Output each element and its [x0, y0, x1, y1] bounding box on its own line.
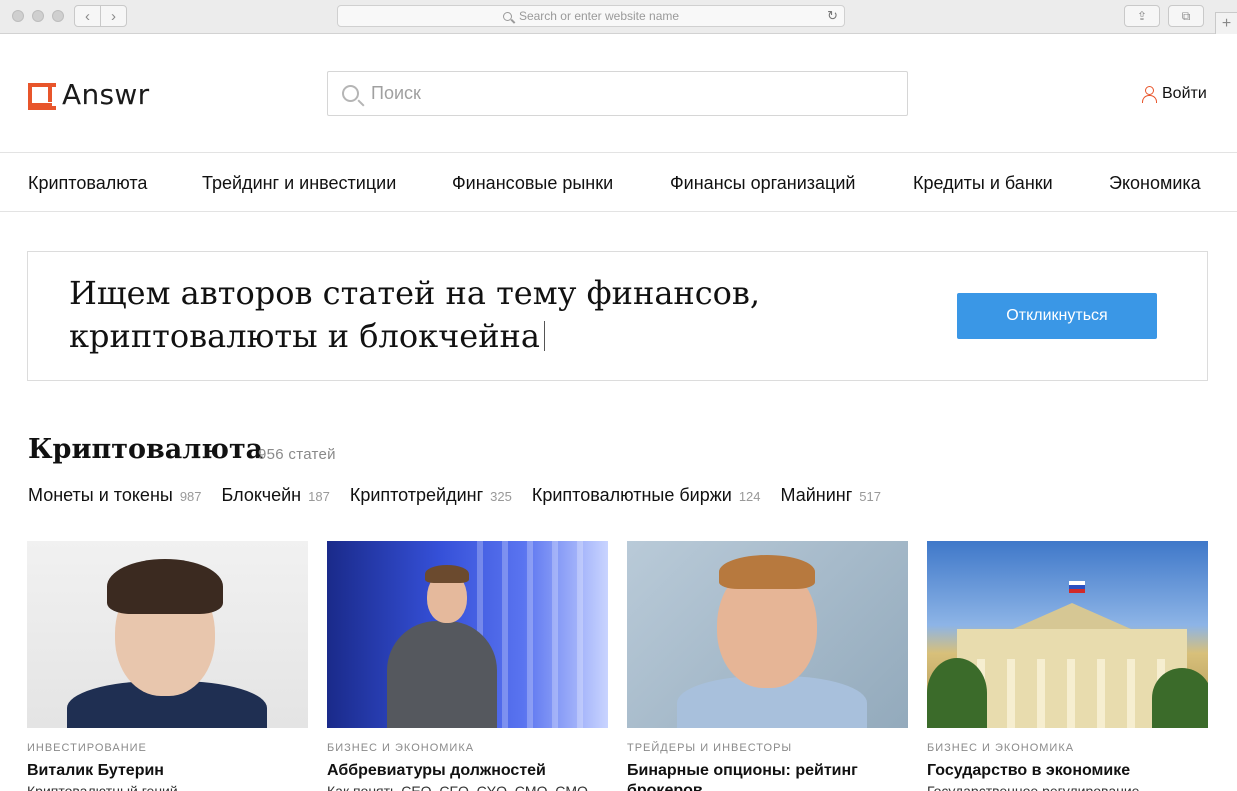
article-image[interactable] — [927, 541, 1208, 728]
nav-item-corporate-finance[interactable]: Финансы организаций — [670, 173, 855, 194]
nav-item-crypto[interactable]: Криптовалюта — [28, 173, 147, 194]
article-card[interactable]: БИЗНЕС И ЭКОНОМИКА Государство в экономи… — [927, 541, 1208, 791]
search-icon — [342, 85, 359, 102]
article-tag[interactable]: БИЗНЕС И ЭКОНОМИКА — [327, 742, 608, 754]
article-title[interactable]: Государство в экономике — [927, 761, 1208, 781]
history-nav: ‹ › — [74, 5, 127, 27]
respond-button[interactable]: Откликнуться — [957, 293, 1157, 339]
forward-button[interactable]: › — [100, 6, 126, 26]
reload-icon[interactable]: ↻ — [827, 8, 838, 24]
article-subtitle: Криптовалютный гений — [27, 783, 178, 791]
tabs-icon: ⧉ — [1181, 8, 1191, 23]
chevron-right-icon: › — [111, 7, 116, 25]
article-image[interactable] — [27, 541, 308, 728]
section-article-count: 956 статей — [258, 446, 336, 463]
address-placeholder: Search or enter website name — [518, 9, 680, 23]
article-tag[interactable]: БИЗНЕС И ЭКОНОМИКА — [927, 742, 1208, 754]
logo-text: Answr — [62, 78, 150, 111]
login-label: Войти — [1162, 85, 1207, 102]
banner-line-1: Ищем авторов статей на тему финансов, — [69, 274, 761, 312]
subcategory-mining[interactable]: Майнинг 517 — [781, 485, 881, 506]
site-logo[interactable]: Answr — [28, 78, 149, 111]
article-card[interactable]: БИЗНЕС И ЭКОНОМИКА Аббревиатуры должност… — [327, 541, 608, 791]
article-title[interactable]: Виталик Бутерин — [27, 761, 308, 781]
article-subtitle: Как понять CEO, CFO, CYO, CMO, CMO — [327, 783, 588, 791]
authors-banner: Ищем авторов статей на тему финансов, кр… — [27, 251, 1208, 381]
category-nav: Криптовалюта Трейдинг и инвестиции Финан… — [0, 152, 1237, 212]
article-image[interactable] — [627, 541, 908, 728]
share-button[interactable]: ⇪ — [1124, 5, 1160, 27]
article-tag[interactable]: ТРЕЙДЕРЫ И ИНВЕСТОРЫ — [627, 742, 908, 754]
answr-logo-icon — [28, 82, 56, 110]
article-card[interactable]: ИНВЕСТИРОВАНИЕ Виталик Бутерин Криптовал… — [27, 541, 308, 791]
share-icon: ⇪ — [1136, 9, 1148, 23]
nav-item-credit-banks[interactable]: Кредиты и банки — [913, 173, 1053, 194]
minimize-window-button[interactable] — [32, 10, 44, 22]
tabs-overview-button[interactable]: ⧉ — [1168, 5, 1204, 27]
section-title[interactable]: Криптовалюта — [28, 434, 263, 465]
article-subtitle: Государственное регулирование — [927, 783, 1140, 791]
subcategory-list: Монеты и токены 987 Блокчейн 187 Криптотре… — [28, 485, 901, 506]
article-image[interactable] — [327, 541, 608, 728]
address-bar[interactable]: Search or enter website name ↻ — [337, 5, 845, 27]
chevron-left-icon: ‹ — [85, 7, 90, 25]
user-icon — [1142, 86, 1157, 103]
text-caret — [543, 321, 546, 351]
subcategory-exchanges[interactable]: Криптовалютные биржи 124 — [532, 485, 761, 506]
article-card[interactable]: ТРЕЙДЕРЫ И ИНВЕСТОРЫ Бинарные опционы: р… — [627, 541, 908, 791]
russian-flag — [1069, 581, 1085, 593]
subcategory-blockchain[interactable]: Блокчейн 187 — [222, 485, 330, 506]
login-link[interactable]: Войти — [1142, 85, 1207, 103]
nav-item-economics[interactable]: Экономика — [1109, 173, 1201, 194]
new-tab-button[interactable]: + — [1215, 12, 1237, 34]
article-title[interactable]: Бинарные опционы: рейтинг брокеров — [627, 761, 908, 791]
nav-item-trading[interactable]: Трейдинг и инвестиции — [202, 173, 396, 194]
browser-toolbar: ‹ › Search or enter website name ↻ ⇪ ⧉ + — [0, 0, 1237, 34]
banner-line-2: криптовалюты и блокчейна — [69, 315, 760, 358]
zoom-window-button[interactable] — [52, 10, 64, 22]
article-title[interactable]: Аббревиатуры должностей — [327, 761, 608, 781]
subcategory-coins[interactable]: Монеты и токены 987 — [28, 485, 202, 506]
article-tag[interactable]: ИНВЕСТИРОВАНИЕ — [27, 742, 308, 754]
banner-heading: Ищем авторов статей на тему финансов, кр… — [69, 272, 760, 358]
close-window-button[interactable] — [12, 10, 24, 22]
subcategory-cryptotrading[interactable]: Криптотрейдинг 325 — [350, 485, 512, 506]
plus-icon: + — [1221, 14, 1232, 32]
search-input[interactable] — [371, 83, 871, 104]
back-button[interactable]: ‹ — [75, 6, 100, 26]
site-search[interactable] — [327, 71, 908, 116]
search-icon — [502, 11, 512, 21]
nav-item-markets[interactable]: Финансовые рынки — [452, 173, 613, 194]
